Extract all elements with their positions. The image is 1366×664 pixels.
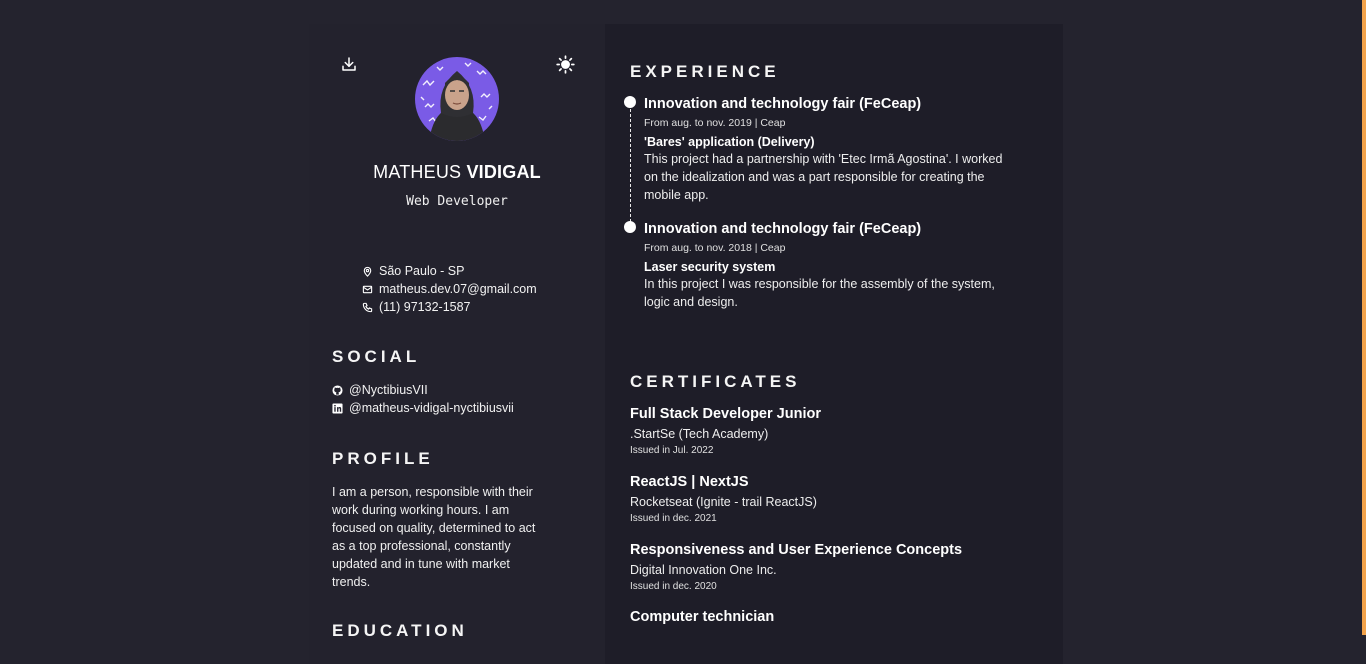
resume-name: MATHEUS VIDIGAL xyxy=(309,162,605,183)
certificate-title: Full Stack Developer Junior xyxy=(630,406,821,422)
mail-icon xyxy=(362,285,373,293)
github-icon xyxy=(332,384,343,396)
timeline-dot xyxy=(624,96,636,108)
experience-project: 'Bares' application (Delivery) xyxy=(644,135,815,149)
experience-project: Laser security system xyxy=(644,260,776,274)
contact-phone[interactable]: (11) 97132-1587 xyxy=(362,298,537,316)
education-heading: EDUCATION xyxy=(332,621,468,640)
certificate-item: Responsiveness and User Experience Conce… xyxy=(630,542,1050,592)
name-first: MATHEUS xyxy=(373,162,462,182)
phone-text: (11) 97132-1587 xyxy=(379,300,471,314)
certificate-date: Issued in dec. 2020 xyxy=(630,581,717,592)
timeline-dot xyxy=(624,221,636,233)
sun-icon xyxy=(555,54,575,74)
avatar xyxy=(415,57,499,141)
download-icon xyxy=(342,57,356,71)
profile-heading: PROFILE xyxy=(332,449,434,468)
github-handle: @NyctibiusVII xyxy=(349,383,428,397)
phone-icon xyxy=(362,302,373,312)
linkedin-handle: @matheus-vidigal-nyctibiusvii xyxy=(349,401,514,415)
certificate-org: Rocketseat (Ignite - trail ReactJS) xyxy=(630,495,817,509)
experience-description: This project had a partnership with 'Ete… xyxy=(644,152,1003,202)
contact-location: São Paulo - SP xyxy=(362,262,537,280)
resume-sidebar: MATHEUS VIDIGAL Web Developer São Paulo … xyxy=(309,24,605,664)
social-linkedin-link[interactable]: @matheus-vidigal-nyctibiusvii xyxy=(332,399,514,417)
social-github-link[interactable]: @NyctibiusVII xyxy=(332,381,514,399)
experience-item: Innovation and technology fair (FeCeap) … xyxy=(644,221,1004,311)
experience-description: In this project I was responsible for th… xyxy=(644,277,995,309)
job-title: Web Developer xyxy=(406,194,508,209)
resume-main: EXPERIENCE Innovation and technology fai… xyxy=(605,24,1063,664)
experience-date: From aug. to nov. 2019 | Ceap xyxy=(644,117,786,129)
page-scrollbar[interactable] xyxy=(1362,0,1366,635)
certificate-title: Computer technician xyxy=(630,609,775,625)
profile-text: I am a person, responsible with their wo… xyxy=(332,485,536,589)
timeline-line xyxy=(630,104,631,227)
certificate-date: Issued in dec. 2021 xyxy=(630,513,717,524)
experience-date: From aug. to nov. 2018 | Ceap xyxy=(644,242,786,254)
contact-email[interactable]: matheus.dev.07@gmail.com xyxy=(362,280,537,298)
experience-title: Innovation and technology fair (FeCeap) xyxy=(644,221,922,237)
email-text: matheus.dev.07@gmail.com xyxy=(379,282,537,296)
certificate-title: Responsiveness and User Experience Conce… xyxy=(630,542,963,558)
theme-toggle-button[interactable] xyxy=(555,54,575,74)
experience-item: Innovation and technology fair (FeCeap) … xyxy=(644,96,1004,204)
certificate-title: ReactJS | NextJS xyxy=(630,474,749,490)
certificate-item: Computer technician xyxy=(630,609,1050,625)
experience-title: Innovation and technology fair (FeCeap) xyxy=(644,96,922,112)
download-button[interactable] xyxy=(339,54,359,74)
certificate-item: Full Stack Developer Junior .StartSe (Te… xyxy=(630,406,1050,456)
certificate-org: .StartSe (Tech Academy) xyxy=(630,427,769,441)
location-pin-icon xyxy=(363,266,372,277)
name-last: VIDIGAL xyxy=(466,162,541,182)
experience-heading: EXPERIENCE xyxy=(630,62,780,81)
linkedin-icon xyxy=(332,402,343,414)
location-text: São Paulo - SP xyxy=(379,264,465,278)
contact-list: São Paulo - SP matheus.dev.07@gmail.com … xyxy=(362,262,537,316)
resume-card: MATHEUS VIDIGAL Web Developer São Paulo … xyxy=(309,24,1063,664)
social-heading: SOCIAL xyxy=(332,347,421,366)
certificate-org: Digital Innovation One Inc. xyxy=(630,563,777,577)
certificate-date: Issued in Jul. 2022 xyxy=(630,445,714,456)
certificate-item: ReactJS | NextJS Rocketseat (Ignite - tr… xyxy=(630,474,1050,524)
certificates-heading: CERTIFICATES xyxy=(630,372,801,391)
social-list: @NyctibiusVII @matheus-vidigal-nyctibius… xyxy=(332,381,514,417)
